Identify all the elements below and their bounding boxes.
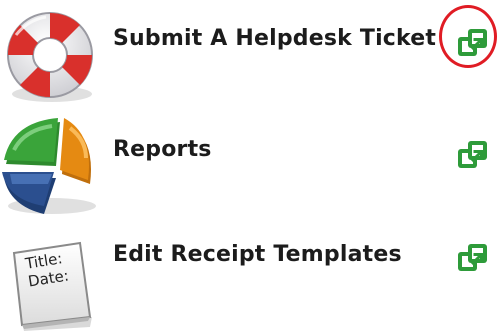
menu-item-helpdesk-ticket[interactable]: Submit A Helpdesk Ticket	[0, 0, 501, 110]
menu-item-label: Submit A Helpdesk Ticket	[113, 26, 437, 51]
highlight-circle	[439, 5, 497, 68]
lifebuoy-icon	[0, 8, 102, 110]
menu-item-reports[interactable]: Reports	[0, 110, 501, 225]
receipt-paper-icon: Title: Date:	[0, 227, 100, 331]
pie-chart-icon	[0, 114, 106, 224]
menu-item-label: Reports	[113, 137, 212, 162]
menu-item-label: Edit Receipt Templates	[113, 242, 402, 267]
menu-item-receipt-templates[interactable]: Title: Date: Edit Receipt Templates	[0, 225, 501, 333]
open-external-icon[interactable]	[456, 138, 490, 172]
open-external-icon[interactable]	[456, 241, 490, 275]
